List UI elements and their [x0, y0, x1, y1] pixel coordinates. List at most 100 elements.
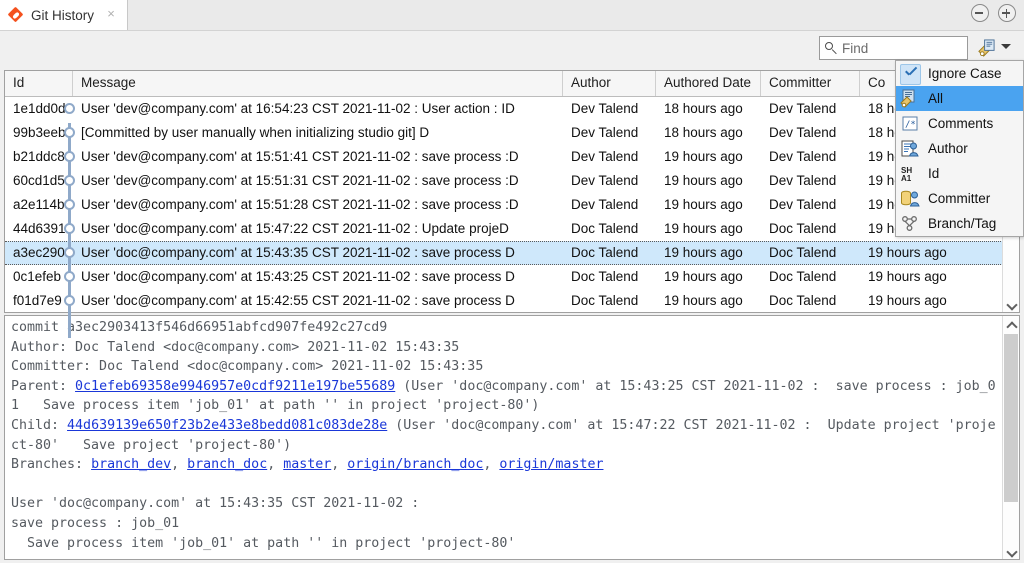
cell-author: Doc Talend — [563, 241, 656, 265]
cell-authored_date: 18 hours ago — [656, 97, 761, 121]
column-header-message[interactable]: Message — [73, 71, 563, 96]
sha1-icon: SHA1 — [900, 164, 922, 184]
find-placeholder: Find — [842, 41, 868, 56]
commit-graph-node — [64, 127, 75, 138]
cell-id: 0c1efeb — [5, 265, 73, 289]
cell-message: User 'doc@company.com' at 15:43:35 CST 2… — [73, 241, 563, 265]
cell-authored_date: 19 hours ago — [656, 145, 761, 169]
table-row[interactable]: f01d7e9User 'doc@company.com' at 15:42:5… — [5, 289, 1019, 313]
cell-author: Doc Talend — [563, 217, 656, 241]
table-row[interactable]: 0c1efebUser 'doc@company.com' at 15:43:2… — [5, 265, 1019, 289]
committer-icon — [900, 189, 922, 209]
table-row[interactable]: 1e1dd0dUser 'dev@company.com' at 16:54:2… — [5, 97, 1019, 121]
menu-item-label: Committer — [928, 191, 990, 206]
menu-item-author[interactable]: Author — [896, 136, 1023, 161]
svg-text:A1: A1 — [901, 174, 912, 183]
menu-item-label: All — [928, 91, 943, 106]
commit-graph-node — [64, 199, 75, 210]
menu-item-id[interactable]: SHA1 Id — [896, 161, 1023, 186]
cell-committed_date: 19 hours ago — [860, 241, 1003, 265]
cell-id: 99b3eeb — [5, 121, 73, 145]
commit-table: IdMessageAuthorAuthored DateCommitterCo … — [4, 70, 1020, 313]
menu-item-label: Branch/Tag — [928, 216, 996, 231]
detail-scroll-thumb[interactable] — [1004, 334, 1018, 502]
window-controls — [971, 4, 1016, 22]
commit-graph-node — [64, 295, 75, 306]
commit-graph-node — [64, 103, 75, 114]
table-row[interactable]: 99b3eeb[Committed by user manually when … — [5, 121, 1019, 145]
find-input[interactable]: Find — [819, 36, 968, 60]
cell-author: Dev Talend — [563, 169, 656, 193]
cell-authored_date: 19 hours ago — [656, 265, 761, 289]
cell-message: User 'dev@company.com' at 15:51:31 CST 2… — [73, 169, 563, 193]
cell-author: Dev Talend — [563, 145, 656, 169]
cell-authored_date: 19 hours ago — [656, 169, 761, 193]
cell-message: User 'doc@company.com' at 15:47:22 CST 2… — [73, 217, 563, 241]
menu-item-all[interactable]: All — [896, 86, 1023, 111]
table-row[interactable]: a2e114bUser 'dev@company.com' at 15:51:2… — [5, 193, 1019, 217]
cell-message: [Committed by user manually when initial… — [73, 121, 563, 145]
scroll-down-icon[interactable] — [1007, 546, 1016, 555]
menu-item-label: Ignore Case — [928, 66, 1002, 81]
maximize-icon[interactable] — [998, 4, 1016, 22]
checkmark-icon — [900, 64, 922, 84]
branch-link[interactable]: branch_doc — [187, 457, 267, 472]
cell-author: Doc Talend — [563, 265, 656, 289]
child-commit-link[interactable]: 44d639139e650f23b2e433e8bedd081c083de28e — [67, 418, 387, 433]
cell-id: f01d7e9 — [5, 289, 73, 313]
all-icon — [900, 89, 922, 109]
search-toolbar: Find — [0, 31, 1024, 67]
cell-id: 44d6391 — [5, 217, 73, 241]
close-icon[interactable]: × — [105, 8, 117, 20]
column-header-id[interactable]: Id — [5, 71, 73, 96]
menu-item-committer[interactable]: Committer — [896, 186, 1023, 211]
cell-id: a2e114b — [5, 193, 73, 217]
tab-git-history[interactable]: Git History × — [0, 0, 128, 30]
tab-title: Git History — [31, 8, 94, 23]
cell-committer: Dev Talend — [761, 169, 860, 193]
cell-id: 60cd1d5 — [5, 169, 73, 193]
menu-item-comments[interactable]: /*Comments — [896, 111, 1023, 136]
svg-text:/*: /* — [905, 120, 916, 130]
cell-message: User 'doc@company.com' at 15:42:55 CST 2… — [73, 289, 563, 313]
search-icon — [825, 42, 838, 55]
branch-link[interactable]: origin/master — [499, 457, 603, 472]
cell-author: Doc Talend — [563, 289, 656, 313]
parent-commit-link[interactable]: 0c1efeb69358e9946957e0cdf9211e197be55689 — [75, 379, 395, 394]
commit-detail-text: commit a3ec2903413f546d66951abfcd907fe49… — [11, 318, 996, 553]
column-header-authored_date[interactable]: Authored Date — [656, 71, 761, 96]
cell-committed_date: 19 hours ago — [860, 265, 1003, 289]
minimize-icon[interactable] — [971, 4, 989, 22]
menu-item-label: Id — [928, 166, 939, 181]
scroll-up-icon[interactable] — [1007, 320, 1016, 329]
menu-item-label: Author — [928, 141, 968, 156]
menu-item-branch-tag[interactable]: Branch/Tag — [896, 211, 1023, 236]
cell-committer: Dev Talend — [761, 145, 860, 169]
menu-item-ignore-case[interactable]: Ignore Case — [896, 61, 1023, 86]
branch-link[interactable]: origin/branch_doc — [347, 457, 483, 472]
cell-id: b21ddc8 — [5, 145, 73, 169]
column-header-author[interactable]: Author — [563, 71, 656, 96]
cell-authored_date: 19 hours ago — [656, 289, 761, 313]
cell-message: User 'dev@company.com' at 16:54:23 CST 2… — [73, 97, 563, 121]
table-row[interactable]: b21ddc8User 'dev@company.com' at 15:51:4… — [5, 145, 1019, 169]
cell-authored_date: 18 hours ago — [656, 121, 761, 145]
commit-graph-node — [64, 247, 75, 258]
cell-committer: Doc Talend — [761, 241, 860, 265]
branch-link[interactable]: master — [283, 457, 331, 472]
column-header-committer[interactable]: Committer — [761, 71, 860, 96]
table-row[interactable]: a3ec290User 'doc@company.com' at 15:43:3… — [5, 241, 1019, 265]
cell-authored_date: 19 hours ago — [656, 217, 761, 241]
find-options-icon[interactable] — [975, 36, 999, 60]
cell-message: User 'dev@company.com' at 15:51:28 CST 2… — [73, 193, 563, 217]
table-body: 1e1dd0dUser 'dev@company.com' at 16:54:2… — [5, 97, 1019, 313]
branch-link[interactable]: branch_dev — [91, 457, 171, 472]
scroll-down-icon[interactable] — [1007, 299, 1016, 308]
table-row[interactable]: 60cd1d5User 'dev@company.com' at 15:51:3… — [5, 169, 1019, 193]
cell-committer: Doc Talend — [761, 217, 860, 241]
cell-authored_date: 19 hours ago — [656, 193, 761, 217]
detail-scrollbar[interactable] — [1002, 316, 1019, 559]
commit-graph-node — [64, 175, 75, 186]
table-row[interactable]: 44d6391User 'doc@company.com' at 15:47:2… — [5, 217, 1019, 241]
chevron-down-icon[interactable] — [1001, 44, 1011, 49]
